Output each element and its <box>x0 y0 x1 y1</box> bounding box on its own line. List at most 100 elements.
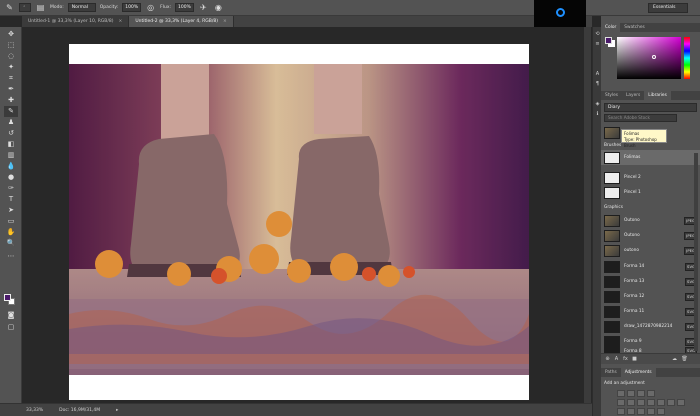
workspace-select[interactable]: Essentials <box>648 3 688 13</box>
hue-saturation-icon[interactable] <box>627 399 635 406</box>
brightness-icon[interactable] <box>617 390 625 397</box>
add-color-icon[interactable]: ■ <box>631 356 638 363</box>
mode-select[interactable]: Normal <box>67 3 96 12</box>
brush-icon[interactable]: ✎ <box>4 106 18 117</box>
tab-untitled-1[interactable]: Untitled-1 @ 33,3% (Layer 10, RGB/8) × <box>22 16 130 27</box>
panel-foreground-swatch[interactable] <box>605 37 612 44</box>
graphic-item[interactable]: Forma 11 SVG <box>601 304 700 319</box>
exposure-icon[interactable] <box>647 390 655 397</box>
eraser-icon[interactable]: ◧ <box>4 139 18 150</box>
adjustments-panel: Paths Adjustments Add an adjustment <box>601 368 700 416</box>
color-lookup-icon[interactable] <box>677 399 685 406</box>
brush-item[interactable]: Folimas <box>601 150 700 165</box>
magic-wand-icon[interactable]: ✦ <box>4 62 18 73</box>
color-picker-ring[interactable] <box>652 55 656 59</box>
zoom-icon[interactable]: 🔍 <box>4 238 18 249</box>
black-white-icon[interactable] <box>647 399 655 406</box>
canvas-area[interactable] <box>22 27 592 403</box>
color-balance-icon[interactable] <box>637 399 645 406</box>
add-content-icon[interactable]: ⊕ <box>604 356 611 363</box>
graphic-item[interactable]: Forma 14 SVG <box>601 259 700 274</box>
cloud-sync-icon[interactable]: ☁ <box>671 356 678 363</box>
tab-paths[interactable]: Paths <box>601 368 621 377</box>
brushes-header[interactable]: Brushes <box>604 143 621 148</box>
color-field[interactable] <box>617 37 681 79</box>
zoom-level[interactable]: 33,33% <box>26 408 43 413</box>
curves-icon[interactable] <box>637 390 645 397</box>
paragraph-icon[interactable]: ¶ <box>594 81 601 88</box>
quick-mask-icon[interactable]: ◙ <box>4 310 18 321</box>
flow-input[interactable]: 100% <box>175 3 194 12</box>
path-select-icon[interactable]: ➤ <box>4 205 18 216</box>
more-tools-icon[interactable]: ⋯ <box>4 251 18 262</box>
graphic-item[interactable]: Forma 13 SVG <box>601 274 700 289</box>
threshold-icon[interactable] <box>637 408 645 415</box>
properties-icon[interactable]: ≡ <box>594 41 601 48</box>
graphics-header[interactable]: Graphics <box>604 205 623 210</box>
marquee-icon[interactable]: ⬚ <box>4 40 18 51</box>
tab-layers[interactable]: Layers <box>622 91 644 100</box>
tab-adjustments[interactable]: Adjustments <box>620 368 656 377</box>
graphic-item[interactable]: Outono JPEG <box>601 213 700 228</box>
tab-styles[interactable]: Styles <box>601 91 622 100</box>
history-icon[interactable]: ⟲ <box>594 31 601 38</box>
tab-swatches[interactable]: Swatches <box>620 23 649 32</box>
airbrush-icon[interactable]: ✈ <box>198 2 209 13</box>
type-icon[interactable]: T <box>4 194 18 205</box>
graphic-item[interactable]: draw_1472870982214 SVG <box>601 319 700 334</box>
tab-libraries[interactable]: Libraries <box>644 91 671 100</box>
screen-mode-icon[interactable]: ▢ <box>4 322 18 333</box>
brush-tool-icon[interactable]: ✎ <box>4 2 15 13</box>
trash-icon[interactable]: 🗑 <box>681 356 688 363</box>
graphic-item[interactable]: Forma 12 SVG <box>601 289 700 304</box>
graphic-item[interactable]: outono JPEG <box>601 243 700 258</box>
gradient-icon[interactable]: ▥ <box>4 150 18 161</box>
library-scrollbar[interactable] <box>694 153 698 351</box>
pressure-opacity-icon[interactable]: ◎ <box>145 2 156 13</box>
brush-panel-icon[interactable]: ▤ <box>35 2 46 13</box>
vibrance-icon[interactable] <box>617 399 625 406</box>
levels-icon[interactable] <box>627 390 635 397</box>
character-icon[interactable]: A <box>594 71 601 78</box>
library-select[interactable]: Diary <box>604 103 697 112</box>
stamp-icon[interactable]: ♟ <box>4 117 18 128</box>
invert-icon[interactable] <box>617 408 625 415</box>
move-icon[interactable]: ✥ <box>4 29 18 40</box>
library-search-input[interactable]: Search Adobe Stock <box>604 114 677 122</box>
foreground-color-swatch[interactable] <box>4 294 11 301</box>
photo-filter-icon[interactable] <box>657 399 665 406</box>
close-icon[interactable]: × <box>119 16 123 27</box>
pressure-size-icon[interactable]: ◉ <box>213 2 224 13</box>
selective-color-icon[interactable] <box>657 408 665 415</box>
add-text-style-icon[interactable]: A <box>613 356 620 363</box>
brush-item[interactable]: Pincel 2 <box>601 170 700 185</box>
hue-slider[interactable] <box>684 37 690 79</box>
healing-icon[interactable]: ✚ <box>4 95 18 106</box>
hand-icon[interactable]: ✋ <box>4 227 18 238</box>
posterize-icon[interactable] <box>627 408 635 415</box>
eyedropper-icon[interactable]: ✒ <box>4 84 18 95</box>
pen-icon[interactable]: ✑ <box>4 183 18 194</box>
close-icon[interactable]: × <box>223 16 227 27</box>
status-arrow-icon[interactable]: ▸ <box>116 408 118 413</box>
doc-size: Doc: 16,9M/31,4M <box>59 407 101 413</box>
info-icon[interactable]: ℹ <box>594 111 601 118</box>
add-layer-style-icon[interactable]: fx <box>622 356 629 363</box>
tab-untitled-2[interactable]: Untitled-2 @ 33,3% (Layer 4, RGB/8) × <box>129 16 234 27</box>
lasso-icon[interactable]: ◌ <box>4 51 18 62</box>
layers-comp-icon[interactable]: ◈ <box>594 101 601 108</box>
shape-icon[interactable]: ▭ <box>4 216 18 227</box>
brush-preset-picker[interactable]: ◦ <box>19 3 31 12</box>
document-canvas[interactable] <box>69 44 529 400</box>
crop-icon[interactable]: ⌗ <box>4 73 18 84</box>
blur-icon[interactable]: 💧 <box>4 161 18 172</box>
graphic-item[interactable]: Outono JPEG <box>601 228 700 243</box>
dodge-icon[interactable]: ● <box>4 172 18 183</box>
canvas-scrollbar[interactable] <box>584 27 591 403</box>
brush-item[interactable]: Pincel 1 <box>601 185 700 200</box>
channel-mixer-icon[interactable] <box>667 399 675 406</box>
opacity-input[interactable]: 100% <box>122 3 142 12</box>
history-brush-icon[interactable]: ↺ <box>4 128 18 139</box>
gradient-map-icon[interactable] <box>647 408 655 415</box>
tab-color[interactable]: Color <box>601 23 621 32</box>
